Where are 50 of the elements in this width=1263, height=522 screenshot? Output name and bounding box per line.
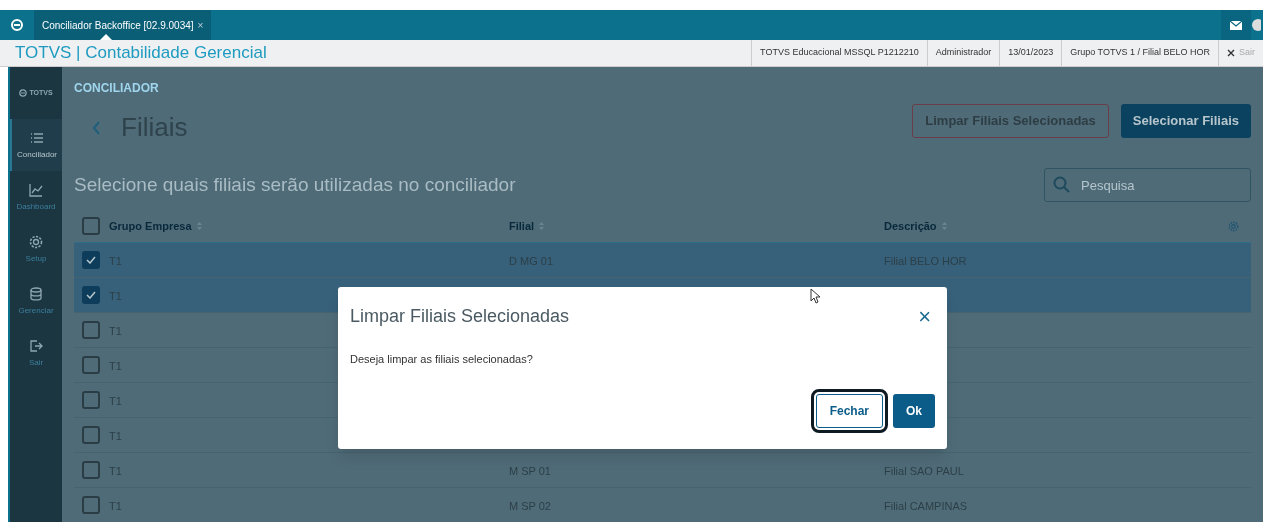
search-field[interactable]: Pesquisa	[1044, 168, 1251, 202]
select-button[interactable]: Selecionar Filiais	[1120, 104, 1251, 138]
sort-icon	[941, 222, 947, 230]
column-header[interactable]: Filial	[509, 217, 535, 235]
header-info: Administrador	[926, 40, 1000, 66]
close-icon	[1227, 49, 1235, 57]
sidebar-item[interactable]: Setup	[10, 223, 62, 275]
checkbox[interactable]	[82, 461, 100, 479]
exit-icon	[28, 337, 44, 354]
checkbox[interactable]	[82, 286, 100, 304]
chart-icon	[28, 181, 44, 198]
dialog-message: Deseja limpar as filiais selecionadas?	[350, 352, 534, 367]
database-icon	[28, 285, 44, 302]
tab-title: Conciliador Backoffice [02.9.0034]	[42, 18, 194, 33]
close-button[interactable]: ×	[918, 299, 931, 333]
column-header[interactable]: Grupo Empresa	[109, 217, 192, 235]
mail-icon[interactable]	[1230, 20, 1242, 30]
sidebar-item[interactable]: Gerenciar	[10, 275, 62, 327]
logo-icon	[11, 19, 23, 31]
page-subtitle: Selecione quais filiais serão utilizadas no conciliador	[74, 172, 516, 197]
back-icon[interactable]	[92, 120, 101, 135]
app-tab[interactable]: Conciliador Backoffice [02.9.0034] ×	[34, 10, 212, 40]
header-info: 13/01/2023	[999, 40, 1062, 66]
settings-icon	[28, 233, 44, 250]
check-icon	[86, 291, 96, 299]
checkbox[interactable]	[82, 496, 100, 514]
search-icon	[1053, 176, 1070, 193]
dialog-title: Limpar Filiais Selecionadas	[350, 304, 570, 328]
checkbox[interactable]	[82, 321, 100, 339]
checkbox[interactable]	[82, 251, 100, 269]
checkbox[interactable]	[82, 391, 100, 409]
sort-icon	[539, 222, 545, 230]
checkbox[interactable]	[82, 217, 100, 235]
settings-icon[interactable]	[1228, 220, 1239, 232]
checkbox[interactable]	[82, 426, 100, 444]
ok-button[interactable]: Ok	[893, 393, 935, 428]
header-info: Grupo TOTVS 1 / Filial BELO HOR	[1061, 40, 1218, 66]
tab-close-button[interactable]: ×	[197, 17, 204, 33]
sort-icon	[196, 222, 202, 230]
app-title: TOTVS | Contabilidade Gerencial	[15, 42, 267, 65]
breadcrumb: CONCILIADOR	[74, 80, 160, 95]
check-icon	[86, 256, 96, 264]
sidebar-item[interactable]: Sair	[10, 327, 62, 379]
header-info: TOTVS Educacional MSSQL P1212210	[751, 40, 927, 66]
column-header[interactable]: Descrição	[884, 217, 937, 235]
logo-icon	[19, 89, 28, 97]
sidebar-item[interactable]: Dashboard	[10, 171, 62, 223]
help-icon[interactable]	[1251, 19, 1261, 31]
checkbox[interactable]	[82, 356, 100, 374]
sidebar-item[interactable]: Conciliador	[10, 119, 62, 171]
